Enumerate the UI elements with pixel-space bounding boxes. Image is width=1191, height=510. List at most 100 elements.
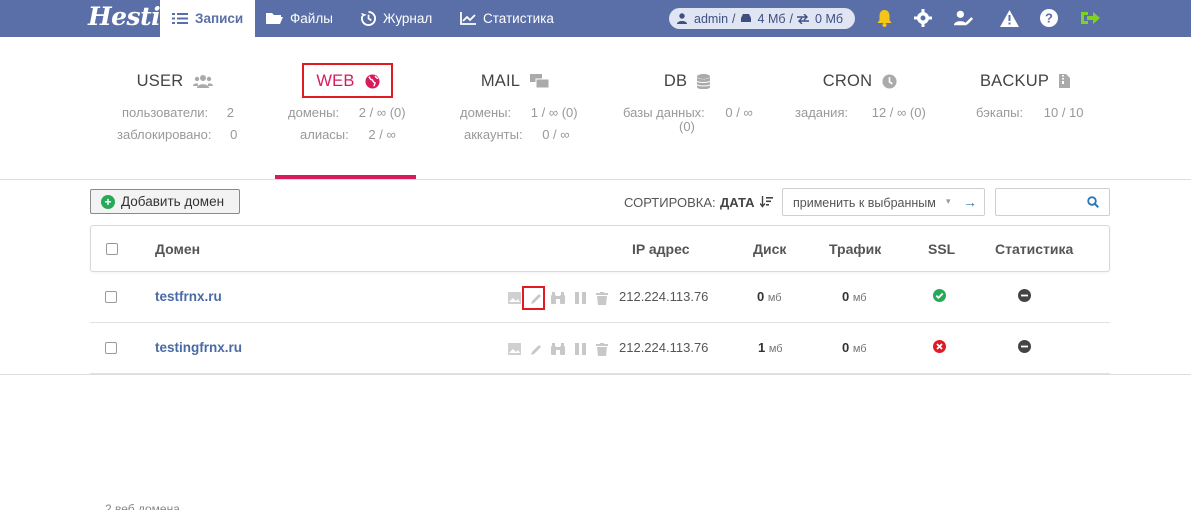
nav-files-label: Файлы [290,11,333,26]
list-icon [172,13,188,24]
stat-value: 2 [226,105,235,120]
users-icon [193,75,214,88]
header-disk[interactable]: Диск [753,241,786,257]
bell-icon[interactable] [874,8,894,28]
header-statistics[interactable]: Статистика [995,241,1073,257]
stat-value: 0 / ∞ [725,105,753,120]
user-icon [677,13,687,24]
logout-icon[interactable] [1080,8,1100,28]
stat-db-row-1: базы данных: 0 / ∞ [623,105,753,120]
ssl-disabled-icon [933,340,946,358]
stat-label: пользователи: [122,105,209,120]
stat-value: 0 [230,127,238,142]
nav-records[interactable]: Записи [160,0,256,37]
header-ip[interactable]: IP адрес [632,241,689,257]
stat-value: 1 / ∞ (0) [530,105,578,120]
disk-usage: 1 мб [758,340,783,355]
header-traffic[interactable]: Трафик [829,241,881,257]
trash-icon[interactable] [594,290,610,306]
stat-label: базы данных: [623,105,705,120]
stat-backup-row-1: бэкапы: 10 / 10 [976,105,1084,120]
pause-icon[interactable] [572,341,588,357]
disk-value: 1 [758,340,766,355]
stat-label: домены: [288,105,340,120]
row-checkbox[interactable] [105,291,117,303]
sort-value: ДАТА [720,195,755,210]
chart-icon [460,12,476,25]
binoculars-icon[interactable] [550,290,566,306]
sort-label: СОРТИРОВКА: [624,195,716,210]
domain-link[interactable]: testfrnx.ru [155,289,222,304]
nav-files[interactable]: Файлы [266,0,333,37]
stat-mail-title: MAIL [480,71,521,90]
add-domain-button[interactable]: + Добавить домен [90,189,240,214]
stat-label: домены: [460,105,512,120]
stat-db[interactable]: DB [617,70,757,92]
stat-backup-title: BACKUP [979,71,1050,90]
gear-icon[interactable] [913,8,933,28]
stat-value: 10 / 10 [1043,105,1084,120]
header-ssl[interactable]: SSL [928,241,955,257]
edit-pencil-icon[interactable] [528,341,544,357]
stat-db-extra: (0) [679,119,695,134]
row-actions [506,341,610,357]
stat-label: заблокировано: [117,127,212,142]
select-all-checkbox[interactable] [106,243,118,255]
stat-value: 2 / ∞ (0) [358,105,406,120]
stat-label: алиасы: [300,127,349,142]
caret-down-icon: ▾ [946,196,951,206]
disk-unit: мб [767,292,782,304]
exchange-icon [797,13,810,24]
sort-toggle[interactable]: ДАТА [720,195,774,210]
help-icon[interactable]: ? [1039,8,1059,28]
search-icon[interactable] [1087,196,1099,208]
stat-user-row-1: пользователи: 2 [122,105,234,120]
user-pill[interactable]: admin / 4 Мб / 0 Мб [669,8,855,29]
preview-icon[interactable] [506,290,522,306]
stats-disabled-icon [1018,289,1031,307]
nav-statistics-label: Статистика [483,11,554,26]
stat-cron[interactable]: CRON [790,70,930,92]
traffic-usage: 0 мб [842,289,867,304]
stat-value: 12 / ∞ (0) [871,105,926,120]
nav-log-label: Журнал [383,11,433,26]
user-edit-icon[interactable] [954,8,974,28]
search-input[interactable] [995,188,1110,216]
stat-label: аккаунты: [464,127,523,142]
domain-link[interactable]: testingfrnx.ru [155,340,242,355]
stat-user[interactable]: USER [105,70,245,92]
header-domain[interactable]: Домен [155,241,200,257]
mail-bulk-icon [530,74,550,88]
stat-mail[interactable]: MAIL [445,70,585,92]
table-row: testfrnx.ru 212.224.113.76 0 мб 0 мб [90,272,1110,323]
table-bottom-divider [0,374,1191,375]
stat-db-title: DB [663,71,688,90]
warning-icon[interactable] [999,8,1019,28]
stat-cron-row-1: задания: 12 / ∞ (0) [795,105,926,120]
row-checkbox[interactable] [105,342,117,354]
binoculars-icon[interactable] [550,341,566,357]
stat-mail-row-1: домены: 1 / ∞ (0) [460,105,578,120]
stats-disabled-icon [1018,340,1031,358]
trash-icon[interactable] [594,341,610,357]
table-header: Домен IP адрес Диск Трафик SSL Статистик… [90,225,1110,272]
pause-icon[interactable] [572,290,588,306]
nav-log[interactable]: Журнал [361,0,432,37]
bulk-action-select[interactable]: применить к выбранным ▾ → [782,188,985,216]
stat-label: бэкапы: [976,105,1024,120]
database-icon [697,73,711,89]
stat-backup[interactable]: BACKUP [955,70,1095,92]
stat-user-row-2: заблокировано: 0 [117,127,237,142]
apply-arrow-icon[interactable]: → [963,194,977,210]
hdd-icon [740,14,751,22]
user-sep2: / [789,11,794,26]
preview-icon[interactable] [506,341,522,357]
add-domain-label: Добавить домен [121,194,225,209]
stat-user-title: USER [136,71,184,90]
stat-value: 0 / ∞ [542,127,570,142]
nav-statistics[interactable]: Статистика [460,0,554,37]
nav-records-label: Записи [195,11,244,26]
stat-web-row-2: алиасы: 2 / ∞ [300,127,396,142]
user-traffic: 0 Мб [815,11,844,26]
bulk-action-label: применить к выбранным [793,196,936,210]
